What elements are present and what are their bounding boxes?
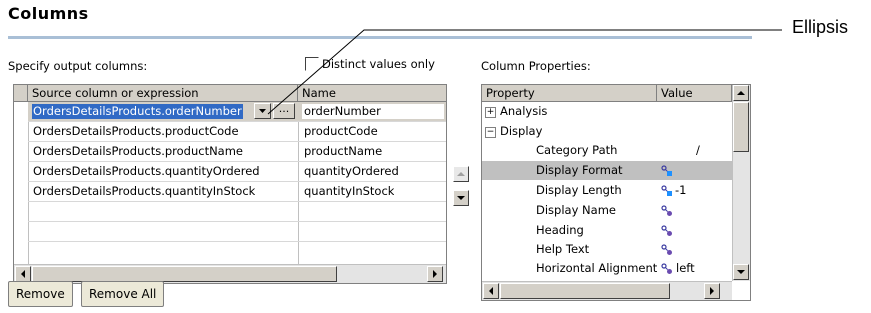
callout-leader-line: [267, 29, 782, 115]
ellipsis-callout-label: Ellipsis: [792, 17, 849, 37]
